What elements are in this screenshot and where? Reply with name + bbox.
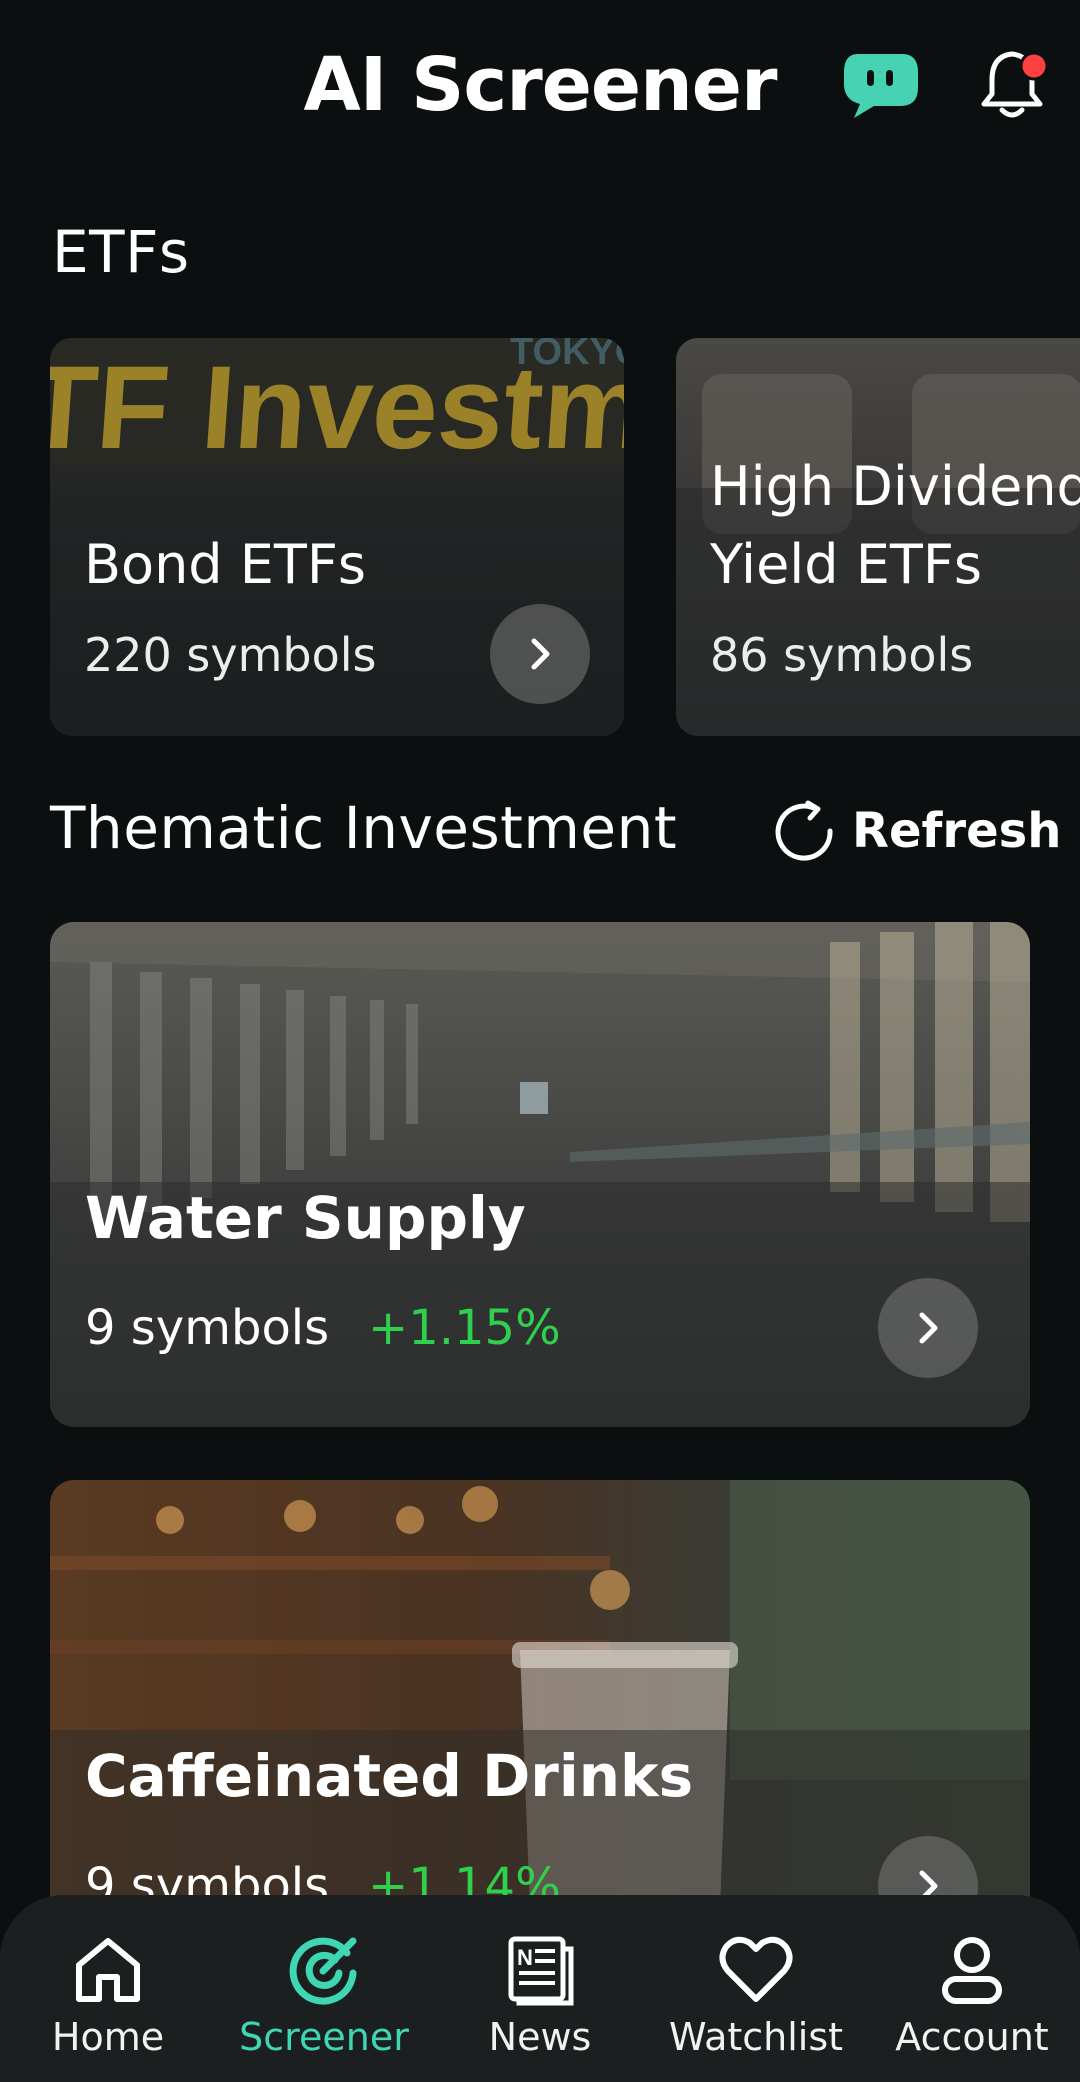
tab-screener[interactable]: Screener <box>216 1895 432 2082</box>
chevron-right-icon <box>531 638 550 670</box>
screener-icon <box>289 1937 357 2005</box>
tab-label: Home <box>51 2015 165 2059</box>
theme-card-name: Water Supply <box>85 1184 526 1252</box>
tab-account[interactable]: Account <box>864 1895 1080 2082</box>
tab-watchlist[interactable]: Watchlist <box>648 1895 864 2082</box>
etf-card-count: 220 symbols <box>84 628 377 682</box>
svg-text:N: N <box>517 1945 533 1970</box>
refresh-label: Refresh <box>852 803 1062 859</box>
etf-card-bond[interactable]: TF Investm TOKYO Bond ETFs 220 symbols <box>50 338 624 736</box>
refresh-button[interactable]: Refresh <box>772 796 1061 866</box>
thematic-section-title: Thematic Investment <box>50 794 678 862</box>
etf-card-count: 86 symbols <box>710 628 974 682</box>
notification-dot <box>1019 51 1049 81</box>
heart-icon <box>719 1936 793 2002</box>
etf-card-high-dividend[interactable]: High Dividend Yield ETFs 86 symbols <box>676 338 1080 736</box>
tab-label: Account <box>895 2015 1049 2059</box>
bell-icon <box>981 51 1049 118</box>
etf-card-name: High Dividend Yield ETFs <box>710 455 1080 596</box>
bottom-tab-bar: Home Screener N News Watchlist Account <box>0 1895 1080 2082</box>
theme-card-name: Caffeinated Drinks <box>85 1742 694 1810</box>
app-header: AI Screener <box>0 0 1080 170</box>
tab-label: Watchlist <box>668 2015 844 2059</box>
home-icon <box>76 1938 140 2002</box>
tab-label: Screener <box>239 2015 409 2059</box>
chat-button[interactable] <box>840 50 920 120</box>
theme-card-count: 9 symbols <box>85 1300 330 1356</box>
notifications-button[interactable] <box>978 44 1050 124</box>
svg-text:TOKYO: TOKYO <box>510 338 624 373</box>
etf-card-name: Bond ETFs <box>84 533 367 596</box>
open-bond-etfs-button[interactable] <box>490 604 590 704</box>
open-water-supply-button[interactable] <box>878 1278 978 1378</box>
chevron-right-icon <box>919 1312 938 1344</box>
tab-label: News <box>488 2015 592 2059</box>
theme-card-water-supply[interactable]: Water Supply 9 symbols +1.15% <box>50 922 1030 1427</box>
etfs-section-title: ETFs <box>52 218 190 286</box>
person-icon <box>942 1937 1002 2004</box>
tab-news[interactable]: N News <box>432 1895 648 2082</box>
theme-card-change: +1.15% <box>368 1300 561 1356</box>
tab-home[interactable]: Home <box>0 1895 216 2082</box>
news-icon: N <box>508 1936 574 2006</box>
refresh-icon <box>775 800 833 861</box>
chat-bubble-icon <box>844 54 918 118</box>
